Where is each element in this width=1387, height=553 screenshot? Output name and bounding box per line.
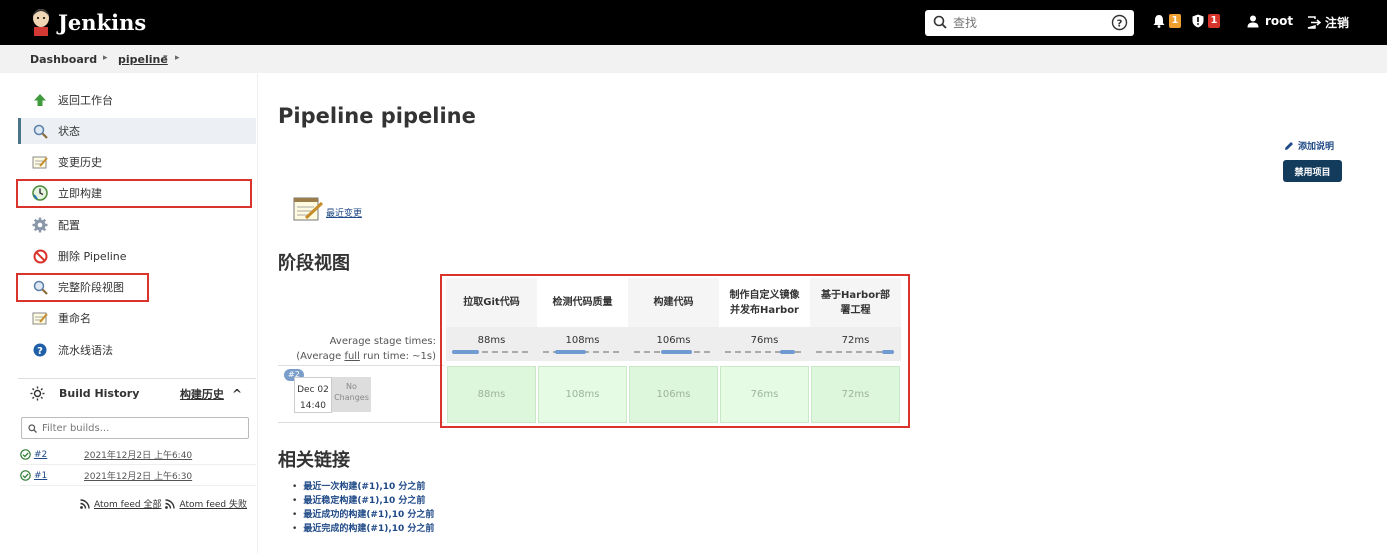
sidebar-item-label: 流水线语法 xyxy=(58,344,113,357)
sun-icon xyxy=(30,386,45,401)
svg-text:?: ? xyxy=(1117,18,1123,29)
sidebar-item-label: 删除 Pipeline xyxy=(58,250,127,263)
breadcrumb-separator-icon[interactable]: ▸ xyxy=(175,53,180,63)
success-check-icon xyxy=(20,470,31,481)
svg-text:?: ? xyxy=(37,346,43,357)
list-item: 最近稳定构建(#1),10 分之前 xyxy=(292,494,434,508)
sidebar-item-label: 状态 xyxy=(58,125,80,138)
add-description-link[interactable]: 添加说明 xyxy=(1284,139,1334,152)
sidebar-item-status[interactable]: 状态 xyxy=(18,118,256,144)
bell-icon xyxy=(1153,15,1165,28)
average-stage-times-label: Average stage times: xyxy=(329,336,436,347)
list-item: 最近一次构建(#1),10 分之前 xyxy=(292,480,434,494)
build-history-title: Build History xyxy=(59,387,140,400)
shield-alert-icon xyxy=(1192,14,1204,28)
logout-label: 注销 xyxy=(1325,16,1350,30)
add-description-label: 添加说明 xyxy=(1298,142,1335,152)
build-time-link[interactable]: 2021年12月2日 上午6:30 xyxy=(84,469,192,482)
up-arrow-icon xyxy=(32,92,48,108)
sidebar-item-label: 重命名 xyxy=(58,312,91,325)
search-input[interactable] xyxy=(953,13,1103,33)
related-link-last-successful[interactable]: 最近成功的构建(#1),10 分之前 xyxy=(303,510,434,520)
notifications-button[interactable]: 1 xyxy=(1153,14,1181,28)
list-item: 最近成功的构建(#1),10 分之前 xyxy=(292,508,434,522)
atom-feeds: Atom feed 全部 Atom feed 失败 xyxy=(80,497,247,510)
filter-builds-placeholder: Filter builds... xyxy=(42,422,110,434)
jenkins-butler-icon xyxy=(33,9,49,36)
atom-feed-all-link[interactable]: Atom feed 全部 xyxy=(94,497,161,510)
highlight-box-full-stage-view xyxy=(16,273,149,302)
disable-project-button[interactable]: 禁用项目 xyxy=(1283,160,1342,182)
help-icon[interactable]: ? xyxy=(1111,14,1128,31)
rss-icon xyxy=(165,498,176,509)
related-link-last-completed[interactable]: 最近完成的构建(#1),10 分之前 xyxy=(303,524,434,534)
jenkins-logo[interactable]: Jenkins xyxy=(30,8,146,36)
magnifier-icon xyxy=(32,123,48,139)
breadcrumb-pipeline[interactable]: pipeline xyxy=(118,53,168,66)
build-changes: No Changes xyxy=(332,377,371,412)
sidebar-item-label: 配置 xyxy=(58,219,80,232)
no-entry-icon xyxy=(32,248,48,264)
list-item: 最近完成的构建(#1),10 分之前 xyxy=(292,522,434,536)
related-link-last-build[interactable]: 最近一次构建(#1),10 分之前 xyxy=(303,482,425,492)
sidebar-item-label: 返回工作台 xyxy=(58,94,113,107)
user-icon xyxy=(1247,15,1259,27)
page-title: Pipeline pipeline xyxy=(278,104,476,128)
sidebar-item-configure[interactable]: 配置 xyxy=(18,212,256,238)
average-stage-times: Average stage times: (Average full run t… xyxy=(278,334,436,364)
full-run-time-link[interactable]: full xyxy=(344,351,359,362)
gear-icon xyxy=(32,217,48,233)
average-run-time: (Average full run time: ~1s) xyxy=(296,351,436,362)
stage-view-title: 阶段视图 xyxy=(278,253,350,274)
user-menu[interactable]: root xyxy=(1247,14,1293,28)
collapse-chevron-up-icon[interactable]: ^ xyxy=(232,387,242,401)
sidebar-item-delete-pipeline[interactable]: 删除 Pipeline xyxy=(18,243,256,269)
sidebar-item-changes[interactable]: 变更历史 xyxy=(18,149,256,175)
breadcrumb-dropdown-icon[interactable]: ▾ xyxy=(163,53,168,63)
notepad-icon xyxy=(32,154,48,170)
top-header: Jenkins ? 1 1 root xyxy=(0,0,1387,45)
related-link-last-stable[interactable]: 最近稳定构建(#1),10 分之前 xyxy=(303,496,425,506)
atom-feed-fail-link[interactable]: Atom feed 失败 xyxy=(179,497,246,510)
success-check-icon xyxy=(20,449,31,460)
search-box[interactable]: ? xyxy=(925,10,1134,36)
security-badge: 1 xyxy=(1208,14,1220,28)
build-date[interactable]: Dec 02 14:40 xyxy=(294,377,332,413)
related-links-title: 相关链接 xyxy=(278,450,350,471)
build-history-header: Build History 构建历史 ^ xyxy=(18,378,256,408)
breadcrumb-separator-icon[interactable]: ▸ xyxy=(103,53,108,63)
rss-icon xyxy=(80,498,90,509)
related-links-list: 最近一次构建(#1),10 分之前 最近稳定构建(#1),10 分之前 最近成功… xyxy=(292,480,434,536)
breadcrumb-dashboard[interactable]: Dashboard xyxy=(30,53,97,66)
recent-changes-link[interactable]: 最近变更 xyxy=(326,206,362,219)
recent-changes[interactable]: 最近变更 xyxy=(292,195,362,223)
side-panel: 返回工作台 状态 变更历史 立即构建 配置 删除 Pipeline 完整阶段视图… xyxy=(0,73,258,553)
build-time-link[interactable]: 2021年12月2日 上午6:40 xyxy=(84,448,192,461)
notepad-icon xyxy=(32,310,48,326)
notepad-icon xyxy=(293,197,324,221)
sidebar-item-pipeline-syntax[interactable]: ? 流水线语法 xyxy=(18,337,256,363)
search-icon xyxy=(28,423,37,433)
notifications-badge: 1 xyxy=(1169,14,1181,28)
build-history-row[interactable]: #2 2021年12月2日 上午6:40 xyxy=(20,445,256,465)
help-icon: ? xyxy=(32,342,48,358)
breadcrumb: Dashboard ▸ pipeline ▾ ▸ xyxy=(0,45,1387,73)
highlight-box-stage-view xyxy=(440,274,910,428)
sidebar-item-back-to-dashboard[interactable]: 返回工作台 xyxy=(18,87,256,113)
build-history-link[interactable]: 构建历史 xyxy=(180,386,224,402)
brand-name: Jenkins xyxy=(58,9,147,35)
filter-builds-input[interactable]: Filter builds... xyxy=(21,417,249,439)
build-number-link[interactable]: #2 xyxy=(34,450,84,460)
search-icon xyxy=(933,15,947,29)
security-button[interactable]: 1 xyxy=(1192,14,1220,28)
pencil-icon xyxy=(1285,141,1293,150)
logout-button[interactable]: 注销 xyxy=(1307,14,1349,31)
sidebar-item-rename[interactable]: 重命名 xyxy=(18,305,256,331)
sidebar-item-label: 变更历史 xyxy=(58,156,102,169)
user-name: root xyxy=(1265,14,1294,28)
highlight-box-build-now xyxy=(16,179,252,208)
logout-icon xyxy=(1307,16,1321,29)
build-history-row[interactable]: #1 2021年12月2日 上午6:30 xyxy=(20,466,256,486)
build-number-link[interactable]: #1 xyxy=(34,471,84,481)
